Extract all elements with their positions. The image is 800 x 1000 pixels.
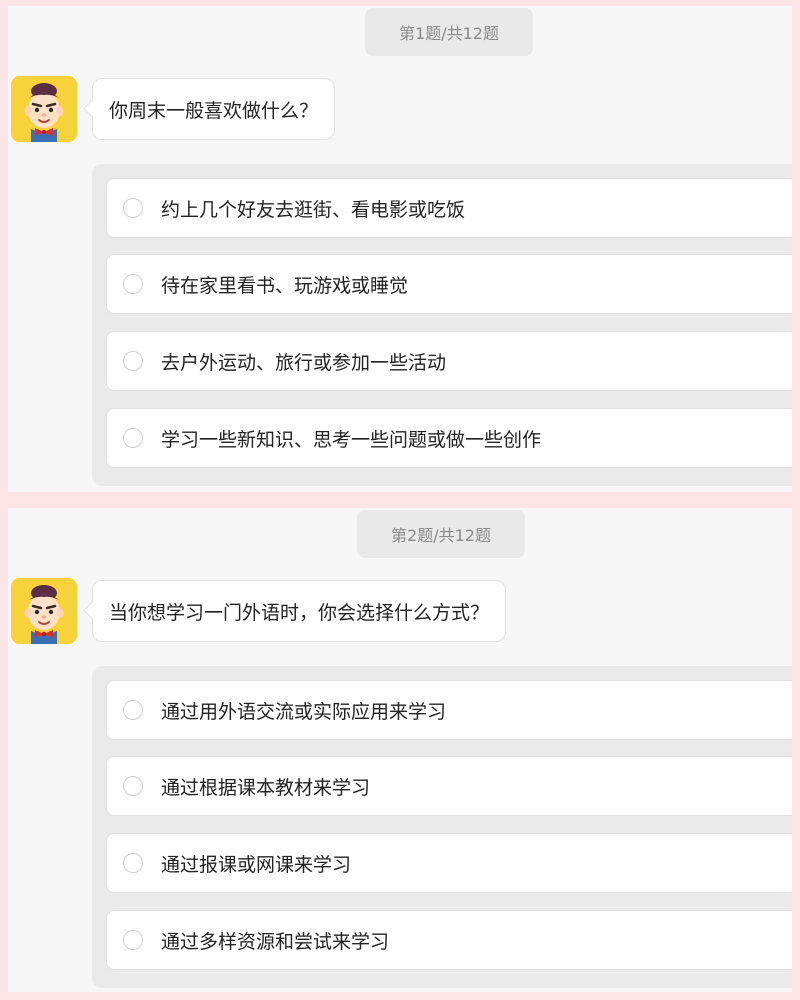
option-label: 通过用外语交流或实际应用来学习: [161, 700, 447, 723]
radio-button[interactable]: [123, 853, 143, 873]
radio-button[interactable]: [123, 428, 143, 448]
option-label: 待在家里看书、玩游戏或睡觉: [161, 274, 409, 297]
question-panel-2: 第2题/共12题 当你想学习一门外语时，你会选择什么方式？ 通过用外语交流或实际…: [8, 508, 792, 992]
option-label: 约上几个好友去逛街、看电影或吃饭: [161, 198, 466, 221]
option-item[interactable]: 约上几个好友去逛街、看电影或吃饭: [106, 178, 792, 238]
radio-button[interactable]: [123, 776, 143, 796]
radio-button[interactable]: [123, 274, 143, 294]
question-bubble: 你周末一般喜欢做什么？: [92, 78, 336, 140]
cartoon-boy-avatar-icon: [11, 578, 77, 644]
option-label: 通过报课或网课来学习: [161, 853, 352, 876]
option-item[interactable]: 通过根据课本教材来学习: [106, 756, 792, 816]
option-item[interactable]: 去户外运动、旅行或参加一些活动: [106, 331, 792, 391]
option-item[interactable]: 通过用外语交流或实际应用来学习: [106, 680, 792, 740]
avatar: [11, 76, 77, 142]
question-counter: 第2题/共12题: [357, 510, 525, 558]
radio-button[interactable]: [123, 198, 143, 218]
question-counter: 第1题/共12题: [365, 8, 533, 56]
radio-button[interactable]: [123, 930, 143, 950]
option-label: 去户外运动、旅行或参加一些活动: [161, 351, 447, 374]
question-text: 你周末一般喜欢做什么？: [109, 99, 319, 122]
question-text: 当你想学习一门外语时，你会选择什么方式？: [109, 601, 490, 624]
option-label: 学习一些新知识、思考一些问题或做一些创作: [161, 428, 542, 451]
cartoon-boy-avatar-icon: [11, 76, 77, 142]
radio-button[interactable]: [123, 700, 143, 720]
option-item[interactable]: 通过多样资源和尝试来学习: [106, 910, 792, 970]
options-group: 通过用外语交流或实际应用来学习 通过根据课本教材来学习 通过报课或网课来学习 通…: [92, 666, 792, 988]
options-group: 约上几个好友去逛街、看电影或吃饭 待在家里看书、玩游戏或睡觉 去户外运动、旅行或…: [92, 164, 792, 486]
radio-button[interactable]: [123, 351, 143, 371]
option-item[interactable]: 待在家里看书、玩游戏或睡觉: [106, 254, 792, 314]
question-bubble: 当你想学习一门外语时，你会选择什么方式？: [92, 580, 507, 642]
option-label: 通过根据课本教材来学习: [161, 776, 371, 799]
question-panel-1: 第1题/共12题 你周末一般喜欢做什么？ 约上几个好友去逛街、看电影或吃饭 待在…: [8, 6, 792, 492]
avatar: [11, 578, 77, 644]
option-label: 通过多样资源和尝试来学习: [161, 930, 390, 953]
option-item[interactable]: 通过报课或网课来学习: [106, 833, 792, 893]
option-item[interactable]: 学习一些新知识、思考一些问题或做一些创作: [106, 408, 792, 468]
